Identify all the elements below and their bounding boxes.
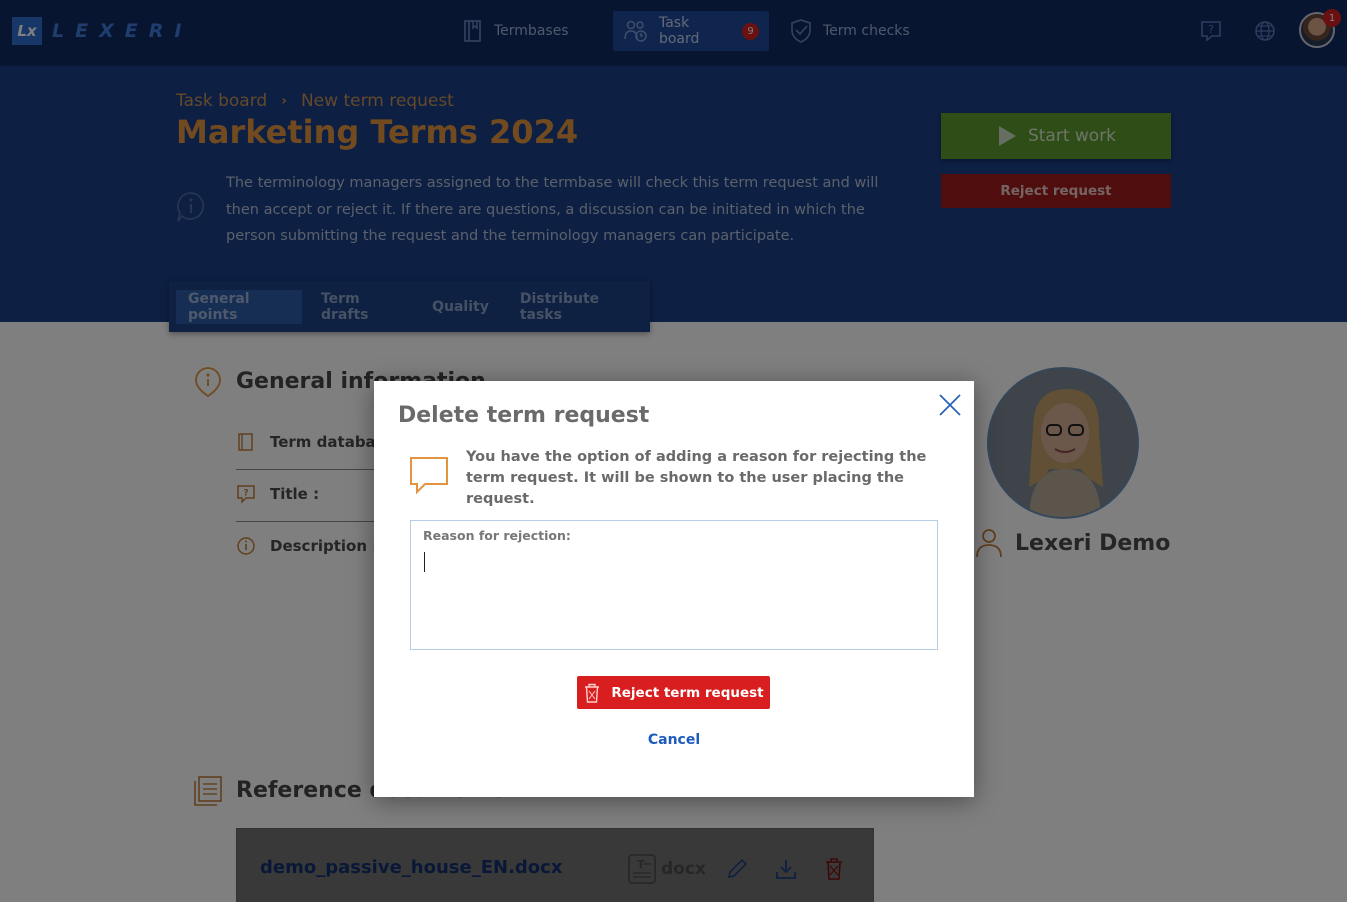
cancel-button[interactable]: Cancel [374, 732, 974, 748]
reject-term-request-button[interactable]: Reject term request [577, 676, 770, 709]
reason-input[interactable] [423, 549, 923, 639]
reason-label: Reason for rejection: [423, 528, 571, 543]
reason-field[interactable]: Reason for rejection: [410, 520, 938, 650]
dialog-title: Delete term request [398, 403, 650, 428]
close-icon[interactable] [938, 393, 962, 417]
delete-term-request-dialog: Delete term request You have the option … [374, 381, 974, 797]
speech-bubble-icon [410, 457, 448, 495]
dialog-message: You have the option of adding a reason f… [466, 449, 927, 507]
trash-basket-icon [585, 683, 600, 703]
reject-term-request-label: Reject term request [611, 684, 764, 701]
